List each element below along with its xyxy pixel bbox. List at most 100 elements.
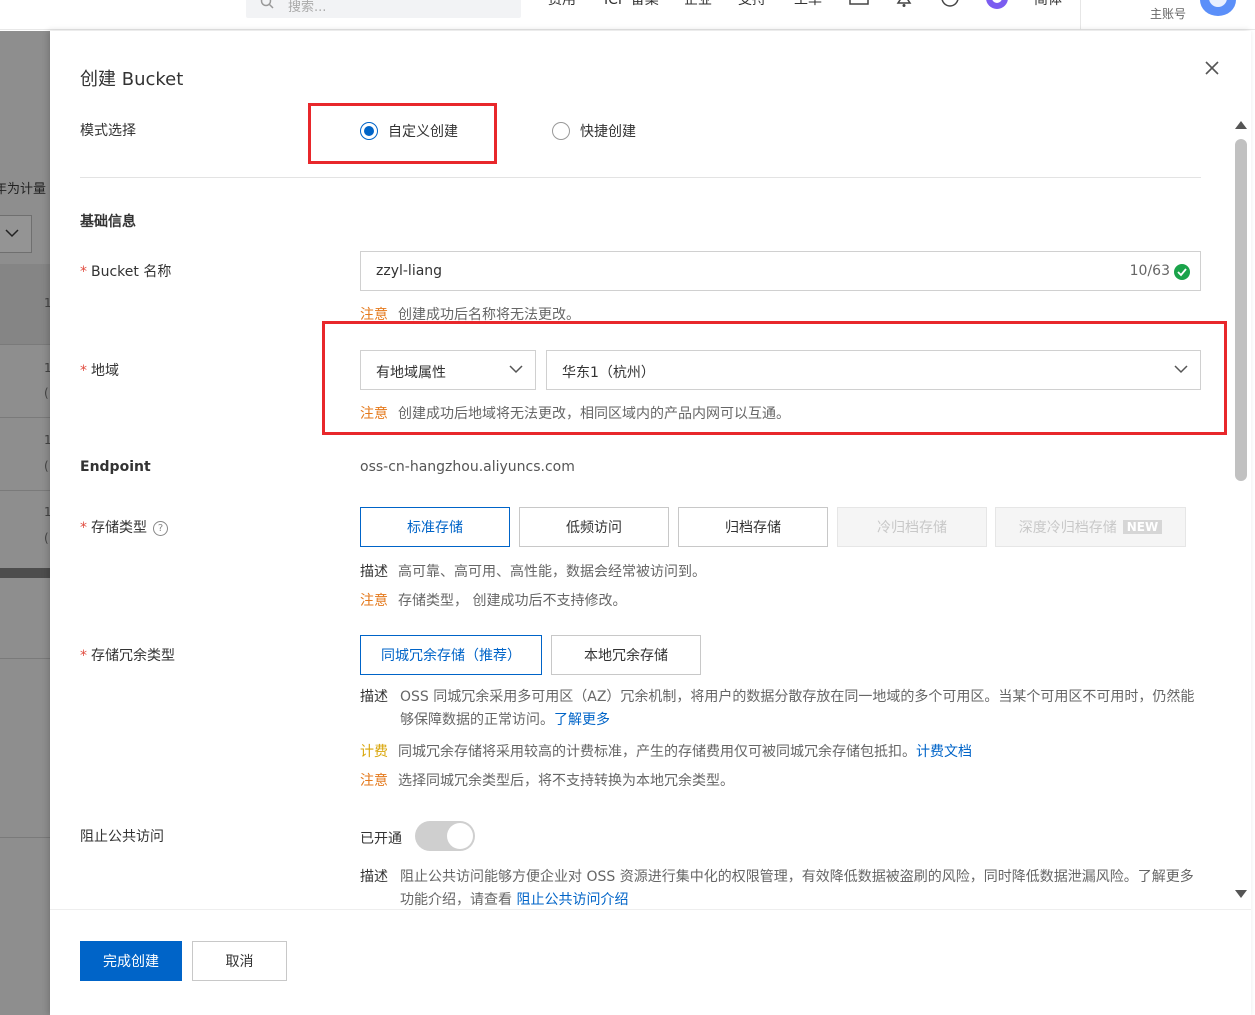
endpoint-label: Endpoint — [80, 459, 151, 475]
background-scrollbar — [0, 568, 50, 578]
help-icon[interactable] — [940, 0, 960, 10]
required-mark: * — [80, 648, 87, 664]
redundancy-lrs-button[interactable]: 本地冗余存储 — [551, 635, 701, 675]
screen-icon[interactable] — [849, 0, 869, 8]
search-icon — [260, 0, 274, 9]
divider — [1080, 0, 1081, 30]
background-fragment: ( — [44, 459, 49, 473]
region-attribute-select[interactable]: 有地域属性 — [360, 350, 536, 390]
note-tag: 注意 — [360, 593, 388, 609]
storage-archive-button[interactable]: 归档存储 — [678, 507, 828, 547]
redundancy-label: * 存储冗余类型 — [80, 645, 175, 665]
divider — [80, 177, 1201, 178]
desc-tag: 描述 — [360, 564, 388, 580]
public-access-label: 阻止公共访问 — [80, 829, 164, 845]
note-text: 创建成功后地域将无法更改，相同区域内的产品内网可以互通。 — [398, 406, 790, 422]
storage-type-desc: 描述 高可靠、高可用、高性能，数据会经常被访问到。 — [360, 561, 706, 581]
fee-text: 同城冗余存储将采用较高的计费标准，产生的存储费用仅可被同城冗余存储包抵扣。 — [398, 744, 916, 760]
nav-fees[interactable]: 费用 — [548, 0, 576, 9]
region-note: 注意 创建成功后地域将无法更改，相同区域内的产品内网可以互通。 — [360, 403, 790, 423]
learn-more-link[interactable]: 了解更多 — [554, 712, 610, 728]
global-search-input[interactable]: 搜索... — [246, 0, 521, 18]
desc-tag: 描述 — [360, 869, 388, 885]
bucket-name-input[interactable]: zzyl-liang 10/63 — [360, 251, 1201, 291]
radio-unselected-icon[interactable] — [552, 122, 570, 140]
endpoint-value: oss-cn-hangzhou.aliyuncs.com — [360, 459, 575, 475]
account-type: 主账号 — [1150, 7, 1187, 21]
check-circle-icon — [1174, 264, 1190, 280]
bucket-name-label: * Bucket 名称 — [80, 261, 171, 281]
radio-quick-create[interactable]: 快捷创建 — [552, 121, 636, 141]
bell-icon[interactable] — [895, 0, 913, 8]
close-icon[interactable] — [1203, 59, 1221, 77]
billing-doc-link[interactable]: 计费文档 — [916, 744, 972, 760]
redundancy-desc: 描述 OSS 同城冗余采用多可用区（AZ）冗余机制，将用户的数据分散存放在同一地… — [360, 686, 1200, 732]
storage-cold-archive-button: 冷归档存储 — [837, 507, 987, 547]
note-tag: 注意 — [360, 406, 388, 422]
region-label: * 地域 — [80, 360, 119, 380]
help-circle-icon[interactable]: ? — [153, 521, 168, 536]
public-access-status: 已开通 — [360, 831, 402, 847]
char-counter: 10/63 — [1129, 263, 1170, 279]
region-value: 华东1（杭州） — [562, 365, 655, 381]
required-mark: * — [80, 363, 87, 379]
desc-text: 高可靠、高可用、高性能，数据会经常被访问到。 — [398, 564, 706, 580]
fee-tag: 计费 — [360, 744, 388, 760]
mode-label: 模式选择 — [80, 123, 136, 139]
bucket-name-label-text: Bucket 名称 — [91, 264, 172, 280]
cancel-button[interactable]: 取消 — [192, 941, 287, 981]
note-text: 创建成功后名称将无法更改。 — [398, 307, 580, 323]
storage-type-label-text: 存储类型 — [91, 520, 147, 536]
redundancy-note: 注意 选择同城冗余类型后，将不支持转换为本地冗余类型。 — [360, 770, 734, 790]
chevron-down-icon — [5, 229, 19, 238]
avatar[interactable] — [1200, 0, 1236, 16]
radio-custom-label: 自定义创建 — [388, 124, 458, 140]
nav-ticket[interactable]: 工单 — [794, 0, 822, 9]
required-mark: * — [80, 520, 87, 536]
submit-button[interactable]: 完成创建 — [80, 941, 182, 981]
divider — [0, 658, 50, 659]
redundancy-label-text: 存储冗余类型 — [91, 648, 175, 664]
storage-deep-cold-label: 深度冷归档存储 — [1018, 520, 1117, 536]
public-access-toggle[interactable] — [415, 821, 475, 851]
top-navbar: 搜索... 费用 ICP 备案 企业 支持 工单 简体 主账号 — [0, 0, 1255, 30]
background-tab-label: 年为计量 — [0, 182, 47, 197]
note-text: 选择同城冗余类型后，将不支持转换为本地冗余类型。 — [398, 773, 734, 789]
note-text: 存储类型， 创建成功后不支持修改。 — [398, 593, 627, 609]
radio-quick-label: 快捷创建 — [580, 124, 636, 140]
divider — [0, 837, 50, 838]
storage-type-note: 注意 存储类型， 创建成功后不支持修改。 — [360, 590, 626, 610]
storage-ia-button[interactable]: 低频访问 — [519, 507, 669, 547]
redundancy-fee: 计费 同城冗余存储将采用较高的计费标准，产生的存储费用仅可被同城冗余存储包抵扣。计… — [360, 741, 972, 761]
background-select — [0, 215, 32, 253]
background-table-header — [0, 264, 50, 344]
public-access-intro-link[interactable]: 阻止公共访问介绍 — [516, 892, 628, 908]
region-select[interactable]: 华东1（杭州） — [546, 350, 1201, 390]
radio-custom-create[interactable]: 自定义创建 — [360, 121, 458, 141]
desc-text: OSS 同城冗余采用多可用区（AZ）冗余机制，将用户的数据分散存放在同一地域的多… — [400, 689, 1195, 728]
nav-support[interactable]: 支持 — [738, 0, 766, 9]
storage-type-label: * 存储类型? — [80, 517, 168, 537]
divider — [0, 344, 50, 345]
required-mark: * — [80, 264, 87, 280]
language-switch[interactable]: 简体 — [1034, 0, 1062, 9]
scroll-up-icon[interactable] — [1234, 119, 1248, 131]
nav-icp[interactable]: ICP 备案 — [604, 0, 659, 9]
redundancy-zrs-button[interactable]: 同城冗余存储（推荐） — [360, 635, 542, 675]
assistant-icon[interactable] — [985, 0, 1009, 12]
storage-standard-button[interactable]: 标准存储 — [360, 507, 510, 547]
storage-deep-cold-archive-button: 深度冷归档存储 NEW — [995, 507, 1186, 547]
scrollbar-thumb[interactable] — [1235, 139, 1247, 481]
divider — [0, 490, 50, 491]
chevron-down-icon — [509, 365, 523, 374]
chevron-down-icon — [1174, 365, 1188, 374]
scroll-down-icon[interactable] — [1234, 888, 1248, 900]
public-access-desc: 描述 阻止公共访问能够方便企业对 OSS 资源进行集中化的权限管理，有效降低数据… — [360, 866, 1200, 910]
create-bucket-dialog: 创建 Bucket 模式选择 自定义创建 快捷创建 基础信息 * Bucket 名… — [50, 31, 1251, 1015]
region-label-text: 地域 — [91, 363, 119, 379]
nav-enterprise[interactable]: 企业 — [684, 0, 712, 9]
note-tag: 注意 — [360, 307, 388, 323]
section-basic-info: 基础信息 — [80, 214, 136, 230]
radio-selected-icon[interactable] — [360, 122, 378, 140]
new-badge: NEW — [1122, 520, 1163, 534]
